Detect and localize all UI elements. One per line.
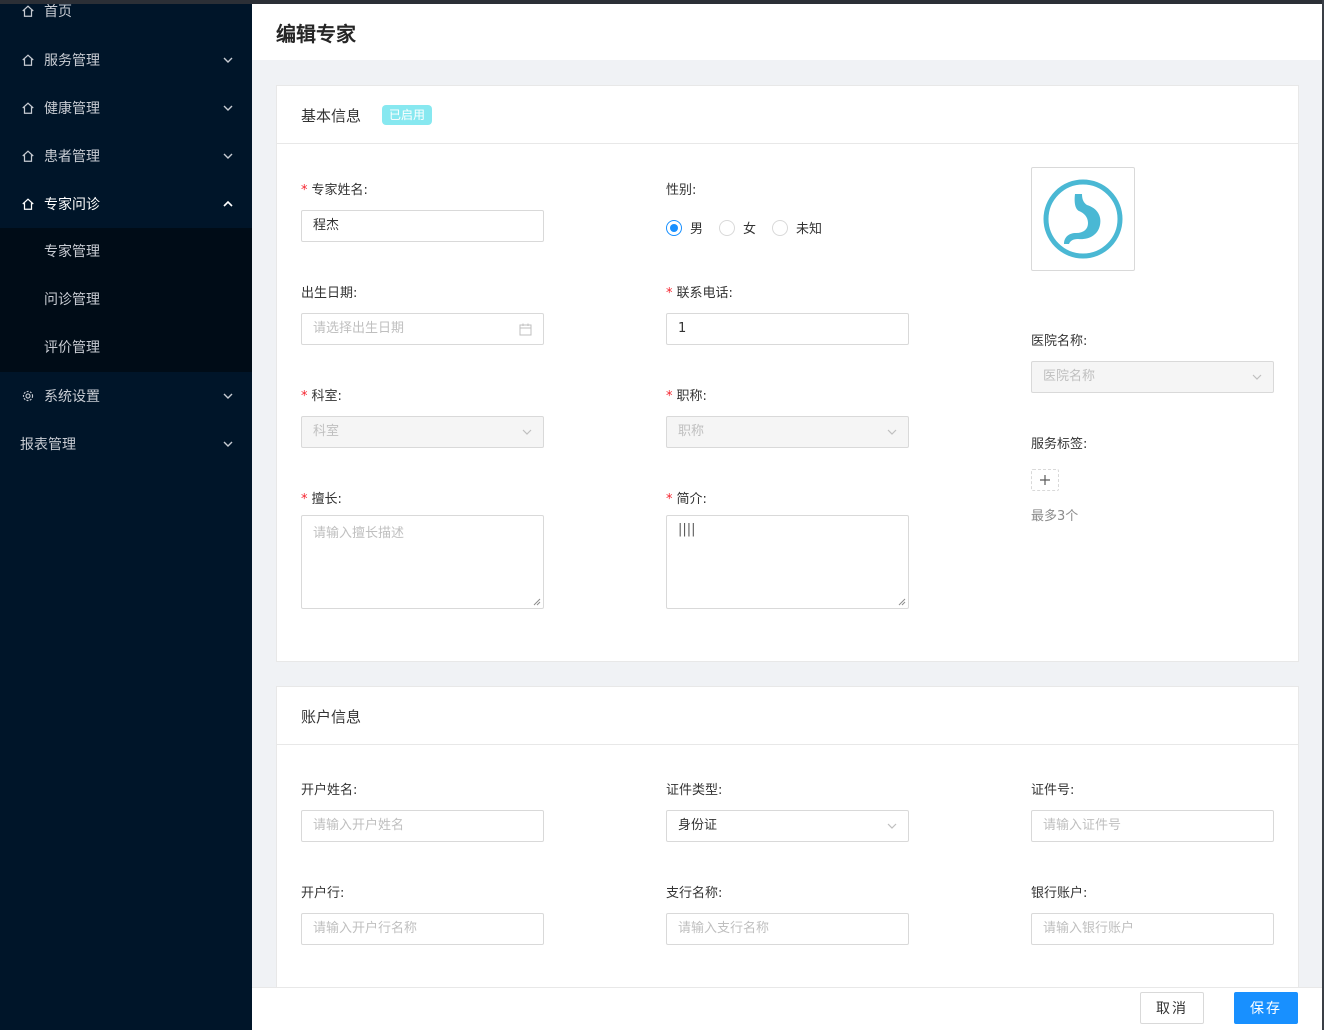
phone-input[interactable]: 1 [666, 313, 909, 345]
card-title: 基本信息 [301, 107, 362, 125]
gender-radio-female[interactable]: 女 [719, 218, 756, 237]
gender-label: 性别: [666, 183, 697, 198]
submenu-expert-consult: 专家管理 问诊管理 评价管理 [0, 228, 252, 372]
home-icon [20, 148, 36, 164]
basic-info-card: 基本信息 已启用 * 专家姓名: 程杰 性别: 男 女 未知 出生日期: 请选择出… [276, 85, 1299, 662]
chevron-down-icon [222, 102, 234, 114]
hospital-label: 医院名称: [1031, 334, 1088, 349]
save-button[interactable]: 保存 [1234, 992, 1298, 1024]
intro-label: * 简介: [666, 492, 707, 507]
home-icon [20, 3, 36, 19]
sidebar-item-label: 首页 [44, 4, 72, 20]
resize-handle-icon [533, 598, 541, 606]
tags-hint: 最多3个 [1031, 509, 1079, 524]
home-icon [20, 52, 36, 68]
radio-circle [666, 219, 682, 236]
birth-date-label: 出生日期: [301, 286, 358, 301]
department-select[interactable]: 科室 [301, 416, 544, 448]
birth-date-picker[interactable]: 请选择出生日期 [301, 313, 544, 345]
sidebar-item-health[interactable]: 健康管理 [0, 84, 252, 132]
intro-textarea[interactable]: |||| [666, 515, 909, 609]
phone-label: * 联系电话: [666, 286, 733, 301]
window-top-border [0, 0, 1324, 4]
branch-label: 支行名称: [666, 886, 723, 901]
chevron-down-icon [1252, 374, 1262, 380]
radio-circle [772, 219, 789, 236]
required-mark: * [666, 389, 673, 404]
sidebar-item-expert-management[interactable]: 专家管理 [0, 228, 252, 276]
required-mark: * [301, 389, 308, 404]
sidebar-item-label: 专家问诊 [44, 197, 100, 213]
chevron-down-icon [222, 150, 234, 162]
chevron-down-icon [887, 429, 897, 435]
required-mark: * [666, 286, 673, 301]
bank-label: 开户行: [301, 886, 345, 901]
chevron-down-icon [222, 438, 234, 450]
chevron-up-icon [222, 198, 234, 210]
account-holder-input[interactable]: 请输入开户姓名 [301, 810, 544, 842]
calendar-icon [519, 323, 532, 336]
chevron-down-icon [887, 823, 897, 829]
required-mark: * [301, 183, 308, 198]
bank-input[interactable]: 请输入开户行名称 [301, 913, 544, 945]
account-holder-label: 开户姓名: [301, 783, 358, 798]
chevron-down-icon [522, 429, 532, 435]
gender-radio-male[interactable]: 男 [666, 218, 703, 237]
bank-account-label: 银行账户: [1031, 886, 1088, 901]
sidebar-item-label: 报表管理 [20, 437, 76, 453]
expert-name-label: * 专家姓名: [301, 183, 368, 198]
title-rank-select[interactable]: 职称 [666, 416, 909, 448]
sidebar-item-reports[interactable]: 报表管理 [0, 420, 252, 468]
id-number-input[interactable]: 请输入证件号 [1031, 810, 1274, 842]
id-number-label: 证件号: [1031, 783, 1075, 798]
hospital-select[interactable]: 医院名称 [1031, 361, 1274, 393]
gender-radio-unknown[interactable]: 未知 [772, 218, 822, 237]
card-header: 账户信息 [277, 687, 1298, 745]
sidebar-item-home[interactable]: 首页 [0, 0, 252, 35]
page-title: 编辑专家 [276, 22, 356, 46]
avatar-upload[interactable] [1031, 167, 1135, 271]
sidebar-item-label: 服务管理 [44, 53, 100, 69]
card-title: 账户信息 [301, 708, 362, 726]
gear-icon [20, 388, 36, 404]
branch-input[interactable]: 请输入支行名称 [666, 913, 909, 945]
specialty-label: * 擅长: [301, 492, 342, 507]
sidebar-item-consult-management[interactable]: 问诊管理 [0, 276, 252, 324]
chevron-down-icon [222, 390, 234, 402]
footer-actions: 取消 保存 [252, 987, 1322, 1030]
radio-circle [719, 219, 736, 236]
cancel-button[interactable]: 取消 [1140, 992, 1204, 1024]
service-tags-label: 服务标签: [1031, 437, 1088, 452]
id-type-label: 证件类型: [666, 783, 723, 798]
sidebar-item-label: 健康管理 [44, 101, 100, 117]
account-info-card: 账户信息 开户姓名: 请输入开户姓名 证件类型: 身份证 证件号: 请输入证件号… [276, 686, 1299, 1016]
department-label: * 科室: [301, 389, 342, 404]
expert-name-input[interactable]: 程杰 [301, 210, 544, 242]
sidebar-item-settings[interactable]: 系统设置 [0, 372, 252, 420]
title-rank-label: * 职称: [666, 389, 707, 404]
sidebar-item-expert-consult[interactable]: 专家问诊 [0, 180, 252, 228]
sidebar: 首页 服务管理 健康管理 患者管理 专家问诊 专家管理 问诊管理 评价管理 系统… [0, 0, 252, 1030]
chevron-down-icon [222, 54, 234, 66]
resize-handle-icon [898, 598, 906, 606]
gender-radio-group: 男 女 未知 [666, 218, 838, 237]
stomach-icon [1043, 179, 1123, 259]
sidebar-item-label: 系统设置 [44, 389, 100, 405]
required-mark: * [666, 492, 673, 507]
home-icon [20, 100, 36, 116]
sidebar-item-review-management[interactable]: 评价管理 [0, 324, 252, 372]
plus-icon [1040, 475, 1050, 485]
id-type-select[interactable]: 身份证 [666, 810, 909, 842]
add-tag-button[interactable] [1031, 469, 1059, 491]
sidebar-item-patients[interactable]: 患者管理 [0, 132, 252, 180]
specialty-textarea[interactable]: 请输入擅长描述 [301, 515, 544, 609]
sidebar-item-service[interactable]: 服务管理 [0, 36, 252, 84]
required-mark: * [301, 492, 308, 507]
bank-account-input[interactable]: 请输入银行账户 [1031, 913, 1274, 945]
sidebar-item-label: 患者管理 [44, 149, 100, 165]
card-header: 基本信息 已启用 [277, 86, 1298, 144]
home-icon [20, 196, 36, 212]
status-badge: 已启用 [382, 105, 433, 125]
page-header: 编辑专家 [252, 4, 1322, 60]
